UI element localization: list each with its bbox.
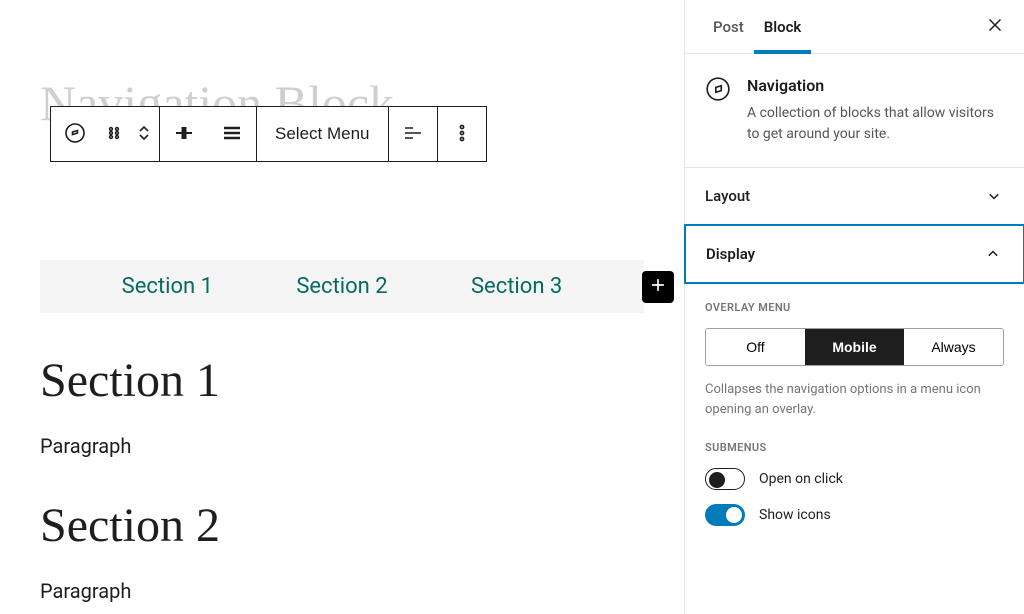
block-type-button[interactable] (51, 107, 99, 161)
panel-label: Display (706, 245, 755, 263)
indent-icon (401, 121, 425, 148)
chevron-down-icon (984, 186, 1004, 206)
close-icon (984, 24, 1006, 40)
sidebar-tabs: Post Block (685, 0, 1024, 54)
plus-icon (648, 275, 668, 299)
panel-label: Layout (705, 187, 750, 205)
justify-icon (220, 121, 244, 148)
align-center-icon (172, 121, 196, 148)
submenus-label: SUBMENUS (705, 441, 1004, 454)
toggle-label: Open on click (759, 471, 843, 487)
heading-block[interactable]: Section 1 (40, 353, 644, 408)
overlay-menu-label: OVERLAY MENU (705, 301, 1004, 314)
display-panel-body: OVERLAY MENU Off Mobile Always Collapses… (685, 283, 1024, 550)
align-button[interactable] (160, 107, 208, 161)
show-icons-toggle[interactable] (705, 504, 745, 526)
drag-handle-icon (102, 121, 126, 148)
toggle-label: Show icons (759, 507, 831, 523)
overlay-always-button[interactable]: Always (904, 329, 1003, 365)
overlay-mobile-button[interactable]: Mobile (805, 329, 904, 365)
open-on-click-toggle[interactable] (705, 468, 745, 490)
tab-block[interactable]: Block (754, 0, 812, 54)
chevron-up-down-icon (132, 121, 156, 148)
heading-block[interactable]: Section 2 (40, 498, 644, 553)
nav-item[interactable]: Section 2 (296, 274, 387, 299)
compass-icon (63, 121, 87, 148)
text-align-button[interactable] (389, 107, 437, 161)
block-title: Navigation (747, 76, 1004, 95)
chevron-up-icon (983, 244, 1003, 264)
navigation-block[interactable]: Section 1 Section 2 Section 3 (40, 260, 644, 313)
nav-item[interactable]: Section 1 (122, 274, 213, 299)
compass-icon (705, 76, 731, 102)
more-vertical-icon (450, 121, 474, 148)
select-menu-button[interactable]: Select Menu (257, 107, 388, 161)
overlay-help-text: Collapses the navigation options in a me… (705, 380, 1004, 419)
block-info-card: Navigation A collection of blocks that a… (685, 54, 1024, 168)
tab-post[interactable]: Post (703, 0, 754, 54)
justify-button[interactable] (208, 107, 256, 161)
show-icons-row: Show icons (705, 504, 1004, 526)
move-block-button[interactable] (129, 107, 159, 161)
drag-handle-button[interactable] (99, 107, 129, 161)
add-block-button[interactable] (642, 271, 674, 303)
overlay-off-button[interactable]: Off (706, 329, 805, 365)
editor-canvas: Navigation Block (0, 0, 684, 614)
block-toolbar: Select Menu (50, 106, 487, 162)
panel-display[interactable]: Display (684, 224, 1024, 284)
paragraph-block[interactable]: Paragraph (40, 579, 644, 603)
overlay-menu-segmented: Off Mobile Always (705, 328, 1004, 366)
paragraph-block[interactable]: Paragraph (40, 434, 644, 458)
settings-sidebar: Post Block Navigation A collection of bl… (684, 0, 1024, 614)
open-on-click-row: Open on click (705, 468, 1004, 490)
more-options-button[interactable] (438, 107, 486, 161)
nav-item[interactable]: Section 3 (471, 274, 562, 299)
block-description: A collection of blocks that allow visito… (747, 103, 1004, 145)
panel-layout[interactable]: Layout (685, 168, 1024, 225)
close-sidebar-button[interactable] (984, 14, 1006, 40)
